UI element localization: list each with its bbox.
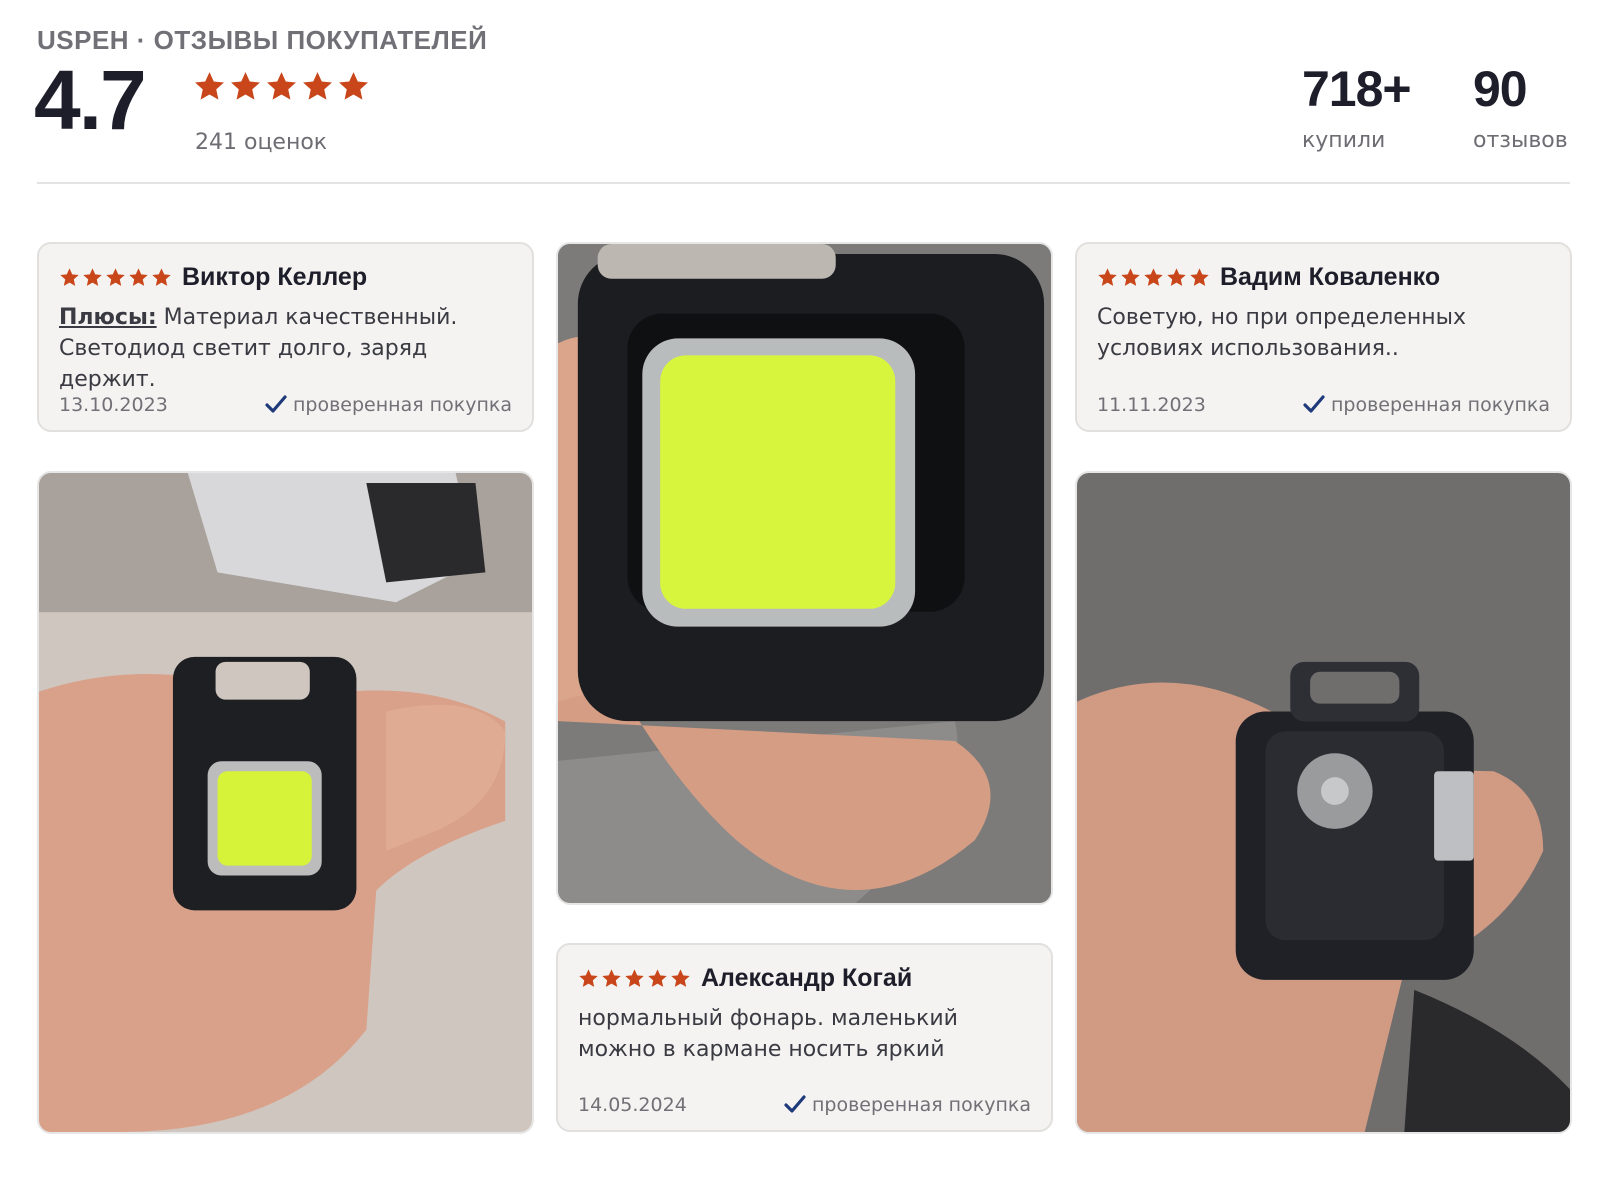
stat-reviews: 90 отзывов xyxy=(1473,64,1568,153)
rating-count: 241 оценок xyxy=(195,130,328,155)
review-card[interactable]: Вадим Коваленко Советую, но при определе… xyxy=(1075,242,1572,432)
star-icon xyxy=(152,267,171,286)
review-photo[interactable] xyxy=(1075,471,1572,1134)
review-date: 14.05.2024 xyxy=(578,1094,687,1116)
review-date: 13.10.2023 xyxy=(59,394,168,416)
star-icon xyxy=(1098,267,1117,286)
reviews-label: отзывов xyxy=(1473,128,1568,153)
checkmark-icon xyxy=(265,395,287,413)
star-icon xyxy=(671,968,690,987)
review-text: нормальный фонарь. маленький можно в кар… xyxy=(578,1006,958,1062)
star-icon xyxy=(231,72,260,100)
reviews-value: 90 xyxy=(1473,61,1528,117)
review-card[interactable]: Виктор Келлер Плюсы: Материал качественн… xyxy=(37,242,534,432)
review-text: Советую, но при определенных условиях ис… xyxy=(1097,305,1466,361)
review-card[interactable]: Александр Когай нормальный фонарь. мален… xyxy=(556,943,1053,1132)
flashlight-back-photo xyxy=(1077,473,1570,1132)
review-stars xyxy=(59,267,172,288)
verified-label: проверенная покупка xyxy=(811,1094,1031,1116)
stat-bought: 718+ купили xyxy=(1302,61,1412,153)
checkmark-icon xyxy=(784,1095,806,1113)
review-date: 11.11.2023 xyxy=(1097,394,1206,416)
verified-badge: проверенная покупка xyxy=(1303,394,1550,416)
review-photo[interactable] xyxy=(556,242,1053,905)
star-icon xyxy=(648,968,667,987)
star-icon xyxy=(1144,267,1163,286)
star-icon xyxy=(83,267,102,286)
star-icon xyxy=(106,267,125,286)
average-score: 4.7 xyxy=(34,53,147,147)
verified-label: проверенная покупка xyxy=(1330,394,1550,416)
review-author: Вадим Коваленко xyxy=(1220,262,1441,291)
verified-badge: проверенная покупка xyxy=(265,394,512,416)
star-icon xyxy=(1167,267,1186,286)
star-icon xyxy=(1121,267,1140,286)
star-icon xyxy=(267,72,296,100)
review-author: Виктор Келлер xyxy=(182,262,368,291)
pros-label: Плюсы: xyxy=(59,305,157,330)
review-stars xyxy=(578,968,691,989)
bought-value: 718+ xyxy=(1302,61,1412,117)
led-closeup-photo xyxy=(558,244,1051,903)
star-icon xyxy=(579,968,598,987)
bought-label: купили xyxy=(1302,128,1386,153)
star-icon xyxy=(602,968,621,987)
checkmark-icon xyxy=(1303,395,1325,413)
rating-stars xyxy=(193,70,370,103)
verified-badge: проверенная покупка xyxy=(784,1094,1031,1116)
star-icon xyxy=(303,72,332,100)
review-stars xyxy=(1097,267,1210,288)
section-title: USPEH · ОТЗЫВЫ ПОКУПАТЕЛЕЙ xyxy=(37,25,488,55)
star-icon xyxy=(1190,267,1209,286)
verified-label: проверенная покупка xyxy=(292,394,512,416)
review-photo[interactable] xyxy=(37,471,534,1134)
header-divider xyxy=(37,182,1570,184)
star-icon xyxy=(625,968,644,987)
star-icon xyxy=(129,267,148,286)
star-icon xyxy=(60,267,79,286)
review-text: Плюсы: Материал качественный. Светодиод … xyxy=(59,302,512,395)
star-icon xyxy=(195,72,224,100)
review-author: Александр Когай xyxy=(701,963,913,992)
flashlight-photo xyxy=(39,473,532,1132)
star-icon xyxy=(339,72,368,100)
